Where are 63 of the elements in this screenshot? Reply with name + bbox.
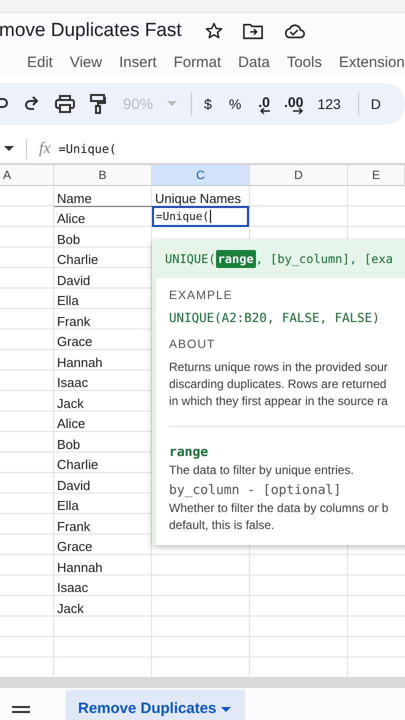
toolbar-button[interactable]: $ <box>204 96 212 112</box>
formula-input[interactable]: =Unique( <box>58 142 116 156</box>
menu-item[interactable]: Insert <box>119 54 157 70</box>
table-cell: Isaac <box>57 580 88 595</box>
about-text: Returns unique rows in the provided sour discarding duplicates. Rows are returned in which they first appear in the source ra <box>169 359 388 410</box>
cell-editor[interactable]: =Unique( <box>152 206 249 226</box>
parameter-name: range <box>169 445 208 460</box>
toolbar-button[interactable]: % <box>228 96 242 112</box>
table-cell: Ella <box>57 293 79 308</box>
sheet-tab[interactable]: Remove Duplicates <box>66 690 245 720</box>
menu-item[interactable]: Tools <box>286 54 322 70</box>
table-cell: Name <box>57 190 92 206</box>
parameter-description: The data to filter by unique entries. <box>169 462 354 479</box>
toolbar-button[interactable]: D <box>370 96 381 112</box>
toolbar-button[interactable]: 123 <box>317 96 341 112</box>
table-cell: Hannah <box>57 560 103 574</box>
column-header[interactable]: D <box>250 165 348 186</box>
decimal-button[interactable]: .0 <box>258 94 270 114</box>
table-cell: Ella <box>57 498 79 513</box>
caret-icon[interactable] <box>4 146 14 152</box>
menu-item[interactable]: Data <box>238 54 270 70</box>
menu-item[interactable]: Format <box>174 54 222 70</box>
table-cell: David <box>57 478 90 492</box>
decimal-button[interactable]: .00 <box>284 94 304 114</box>
table-cell: Charlie <box>57 252 98 267</box>
redo-icon[interactable] <box>22 95 40 113</box>
table-cell: Bob <box>57 232 80 246</box>
table-cell: Grace <box>57 334 92 349</box>
table-cell: Alice <box>57 211 86 226</box>
column-header[interactable]: E <box>348 165 405 186</box>
section-heading: EXAMPLE <box>169 288 233 302</box>
table-cell: Alice <box>57 416 86 431</box>
table-cell: Unique Names <box>155 190 241 206</box>
table-cell: Frank <box>57 518 90 534</box>
menu-item[interactable]: Edit <box>27 54 53 70</box>
menu-item[interactable]: Extension <box>338 54 405 70</box>
arrow-icon <box>260 108 270 114</box>
function-signature: UNIQUE( range , [by_column], [exa <box>156 240 405 278</box>
parameter-name: by_column - [optional] <box>169 483 342 498</box>
paint-format-icon[interactable] <box>90 94 106 114</box>
table-cell: Isaac <box>57 375 88 390</box>
print-icon[interactable] <box>55 95 75 113</box>
table-cell: Bob <box>57 436 80 452</box>
table-cell: Charlie <box>57 457 98 472</box>
table-cell: Jack <box>57 600 84 616</box>
example-formula: UNIQUE(A2:B20, FALSE, FALSE) <box>169 310 380 325</box>
arrow-icon <box>293 108 304 114</box>
parameter-description: Whether to filter the data by columns or b default, this is false. <box>169 500 388 534</box>
column-header[interactable]: B <box>54 165 152 186</box>
table-cell: Hannah <box>57 354 103 370</box>
folder-icon[interactable] <box>242 21 264 41</box>
menu-item[interactable]: View <box>70 54 102 70</box>
star-icon[interactable] <box>204 21 224 41</box>
table-cell: Jack <box>57 396 84 410</box>
menu-icon[interactable] <box>12 706 30 716</box>
table-cell: Frank <box>57 314 90 328</box>
table-cell: Grace <box>57 539 92 554</box>
column-header[interactable]: A <box>0 165 54 186</box>
fx-label: fx <box>39 140 51 158</box>
table-cell: David <box>57 272 90 288</box>
scrollbar[interactable] <box>0 677 405 688</box>
section-heading: ABOUT <box>169 337 216 351</box>
column-header[interactable]: C <box>152 165 250 186</box>
